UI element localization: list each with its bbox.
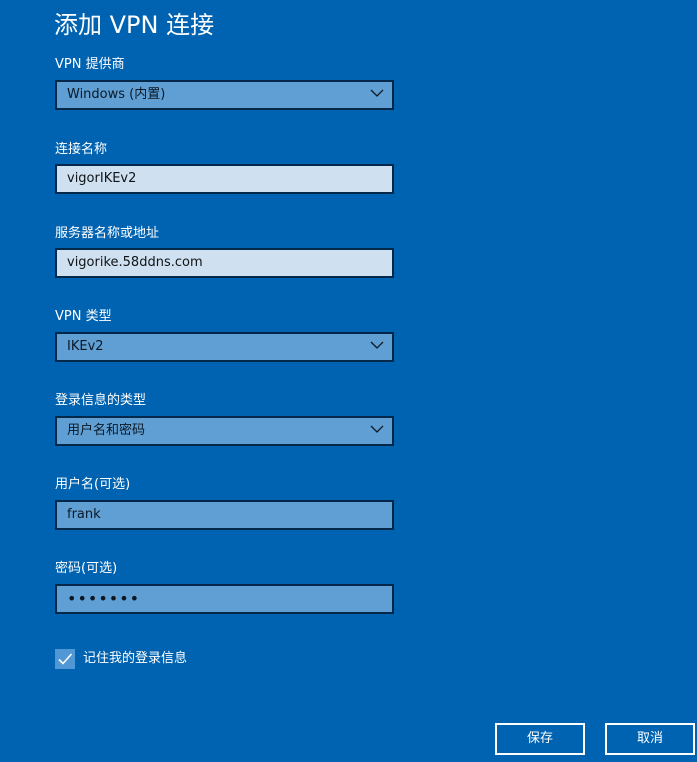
vpn-type-select[interactable]: IKEv2 [55, 332, 394, 362]
connection-name-input[interactable]: vigorIKEv2 [55, 164, 394, 194]
signin-type-label: 登录信息的类型 [55, 393, 147, 408]
password-input[interactable]: ••••••• [55, 584, 394, 614]
connection-name-value: vigorIKEv2 [67, 171, 137, 186]
connection-name-label: 连接名称 [55, 142, 108, 157]
checkmark-icon [58, 653, 73, 665]
vpn-provider-label: VPN 提供商 [55, 57, 125, 72]
vpn-type-label: VPN 类型 [55, 309, 112, 324]
dialog-title: 添加 VPN 连接 [54, 11, 215, 39]
signin-type-select[interactable]: 用户名和密码 [55, 416, 394, 446]
signin-type-value: 用户名和密码 [67, 423, 146, 438]
cancel-button[interactable]: 取消 [605, 723, 695, 755]
server-address-label: 服务器名称或地址 [55, 226, 160, 241]
username-value: frank [67, 507, 101, 522]
remember-signin-label[interactable]: 记住我的登录信息 [83, 650, 187, 668]
server-address-input[interactable]: vigorike.58ddns.com [55, 248, 394, 278]
username-label: 用户名(可选) [55, 477, 131, 492]
chevron-down-icon [370, 425, 384, 433]
chevron-down-icon [370, 341, 384, 349]
username-input[interactable]: frank [55, 500, 394, 530]
save-button[interactable]: 保存 [495, 723, 585, 755]
remember-signin-row[interactable]: 记住我的登录信息 [55, 648, 187, 670]
server-address-value: vigorike.58ddns.com [67, 255, 203, 270]
vpn-type-value: IKEv2 [67, 339, 104, 354]
password-label: 密码(可选) [55, 561, 118, 576]
chevron-down-icon [370, 89, 384, 97]
vpn-provider-select[interactable]: Windows (内置) [55, 80, 394, 110]
password-value: ••••••• [67, 589, 141, 608]
remember-signin-checkbox[interactable] [55, 649, 75, 669]
vpn-provider-value: Windows (内置) [67, 87, 166, 102]
